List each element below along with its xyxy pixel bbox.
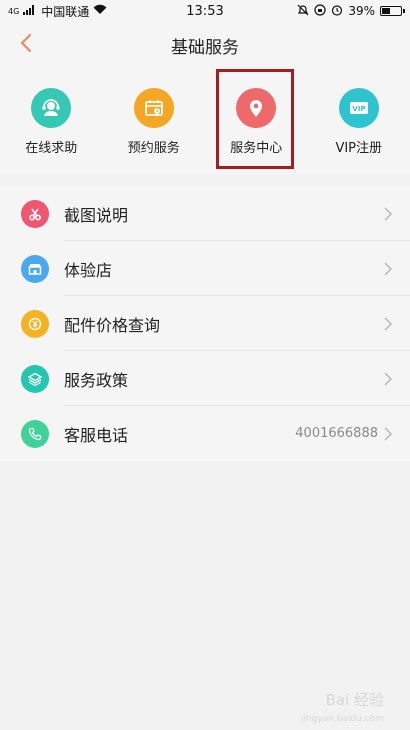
battery-icon: [380, 6, 405, 16]
vip-card-icon: VIP: [338, 88, 379, 128]
list-item-screenshot-guide[interactable]: 截图说明: [0, 186, 410, 241]
list-item-parts-price[interactable]: 配件价格查询: [0, 296, 410, 351]
network-type: 4G: [8, 6, 20, 16]
status-bar: 4G 中国联通 13:53 39%: [0, 0, 410, 22]
battery-percent: 39%: [348, 4, 375, 18]
silent-icon: [297, 4, 309, 19]
calendar-icon: [133, 88, 174, 128]
list-item-customer-hotline[interactable]: 客服电话 4001666888: [0, 406, 410, 461]
chevron-right-icon: [384, 317, 394, 331]
list-item-label: 客服电话: [64, 425, 129, 445]
grid-item-label: 服务中心: [230, 141, 283, 156]
list-item-label: 体验店: [64, 260, 113, 280]
lock-rotation-icon: [314, 3, 326, 19]
scissors-icon: [21, 199, 49, 228]
grid-item-label: VIP注册: [335, 141, 383, 156]
grid-item-appointment[interactable]: 预约服务: [103, 68, 206, 174]
chevron-right-icon: [384, 427, 394, 441]
yuan-coin-icon: [21, 309, 49, 338]
carrier-name: 中国联通: [41, 4, 90, 19]
alarm-icon: [331, 4, 343, 19]
list-item-label: 截图说明: [64, 205, 129, 225]
chevron-right-icon: [384, 262, 394, 276]
list-item-service-policy[interactable]: 服务政策: [0, 351, 410, 406]
grid-item-vip-register[interactable]: VIP VIP注册: [308, 68, 410, 174]
location-pin-icon: [236, 88, 277, 128]
list-item-experience-store[interactable]: 体验店: [0, 241, 410, 296]
grid-item-label: 预约服务: [127, 141, 180, 156]
list-item-label: 服务政策: [64, 370, 129, 390]
phone-icon: [21, 419, 49, 448]
store-icon: [21, 254, 49, 283]
watermark-url: jingyan.baidu.com: [300, 714, 384, 724]
service-list: 截图说明 体验店 配件价格查询 服务政策 客服电话 4001666888: [0, 186, 410, 461]
grid-item-service-center[interactable]: 服务中心: [205, 68, 308, 174]
headset-icon: [31, 88, 72, 128]
chevron-left-icon: [20, 33, 32, 57]
grid-item-label: 在线求助: [25, 141, 78, 156]
chevron-right-icon: [384, 207, 394, 221]
list-item-label: 配件价格查询: [64, 315, 161, 335]
wifi-icon: [93, 4, 107, 18]
service-grid: 在线求助 预约服务 服务中心 VIP VIP注册: [0, 68, 410, 174]
page-title: 基础服务: [171, 37, 239, 58]
grid-item-online-help[interactable]: 在线求助: [0, 68, 103, 174]
svg-text:VIP: VIP: [352, 105, 365, 113]
hotline-number: 4001666888: [295, 426, 378, 441]
chevron-right-icon: [384, 372, 394, 386]
signal-icon: [23, 4, 37, 18]
layers-icon: [21, 364, 49, 393]
header-bar: 基础服务: [0, 22, 410, 68]
back-button[interactable]: [6, 26, 46, 64]
watermark: Bai 经验: [325, 691, 384, 709]
